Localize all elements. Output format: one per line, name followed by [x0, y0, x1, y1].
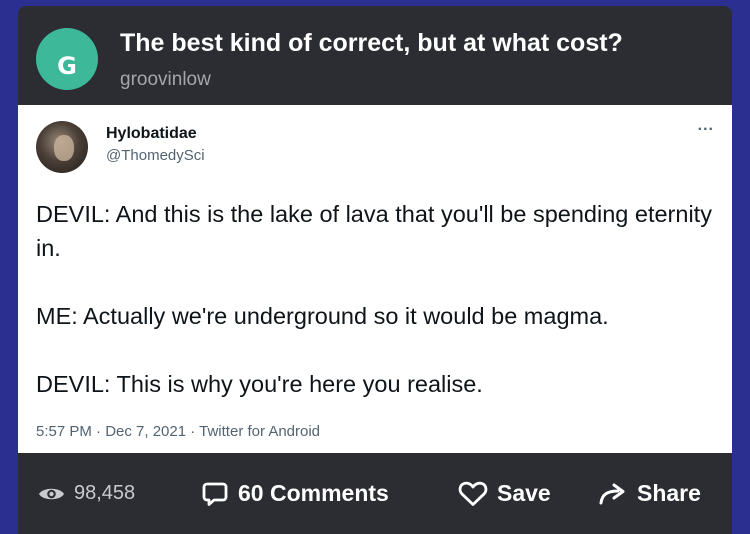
save-button[interactable]: Save — [458, 453, 551, 534]
eye-icon — [38, 485, 65, 503]
share-label: Share — [637, 480, 701, 506]
share-arrow-icon — [598, 482, 628, 506]
share-button[interactable]: Share — [598, 453, 701, 534]
more-options-icon: ... — [697, 117, 714, 134]
tweet-image[interactable]: Hylobatidae @ThomedySci ... DEVIL: And t… — [18, 105, 732, 453]
tweet-display-name: Hylobatidae — [106, 125, 197, 142]
views-count: 98,458 — [74, 482, 136, 504]
author-avatar[interactable]: G — [36, 28, 98, 90]
tweet-avatar — [36, 121, 88, 173]
comment-bubble-icon — [202, 481, 228, 507]
tweet-line: DEVIL: This is why you're here you reali… — [36, 371, 483, 397]
comments-label: 60 Comments — [238, 480, 389, 506]
post-card: G The best kind of correct, but at what … — [18, 6, 732, 534]
post-author[interactable]: groovinlow — [120, 69, 211, 91]
tweet-meta: 5:57 PM · Dec 7, 2021 · Twitter for Andr… — [36, 423, 321, 440]
save-label: Save — [497, 480, 551, 506]
tweet-line: ME: Actually we're underground so it wou… — [36, 303, 609, 329]
tweet-handle: @ThomedySci — [106, 147, 205, 164]
avatar-letter: G — [57, 52, 77, 80]
views-counter: 98,458 — [38, 453, 135, 534]
post-title[interactable]: The best kind of correct, but at what co… — [120, 29, 623, 58]
heart-icon — [458, 481, 488, 507]
tweet-line: DEVIL: And this is the lake of lava that… — [36, 201, 712, 261]
tweet-text: DEVIL: And this is the lake of lava that… — [36, 197, 726, 401]
post-header: G The best kind of correct, but at what … — [18, 6, 732, 105]
action-bar: 98,458 60 Comments Save Share — [18, 453, 732, 534]
comments-button[interactable]: 60 Comments — [202, 453, 389, 534]
